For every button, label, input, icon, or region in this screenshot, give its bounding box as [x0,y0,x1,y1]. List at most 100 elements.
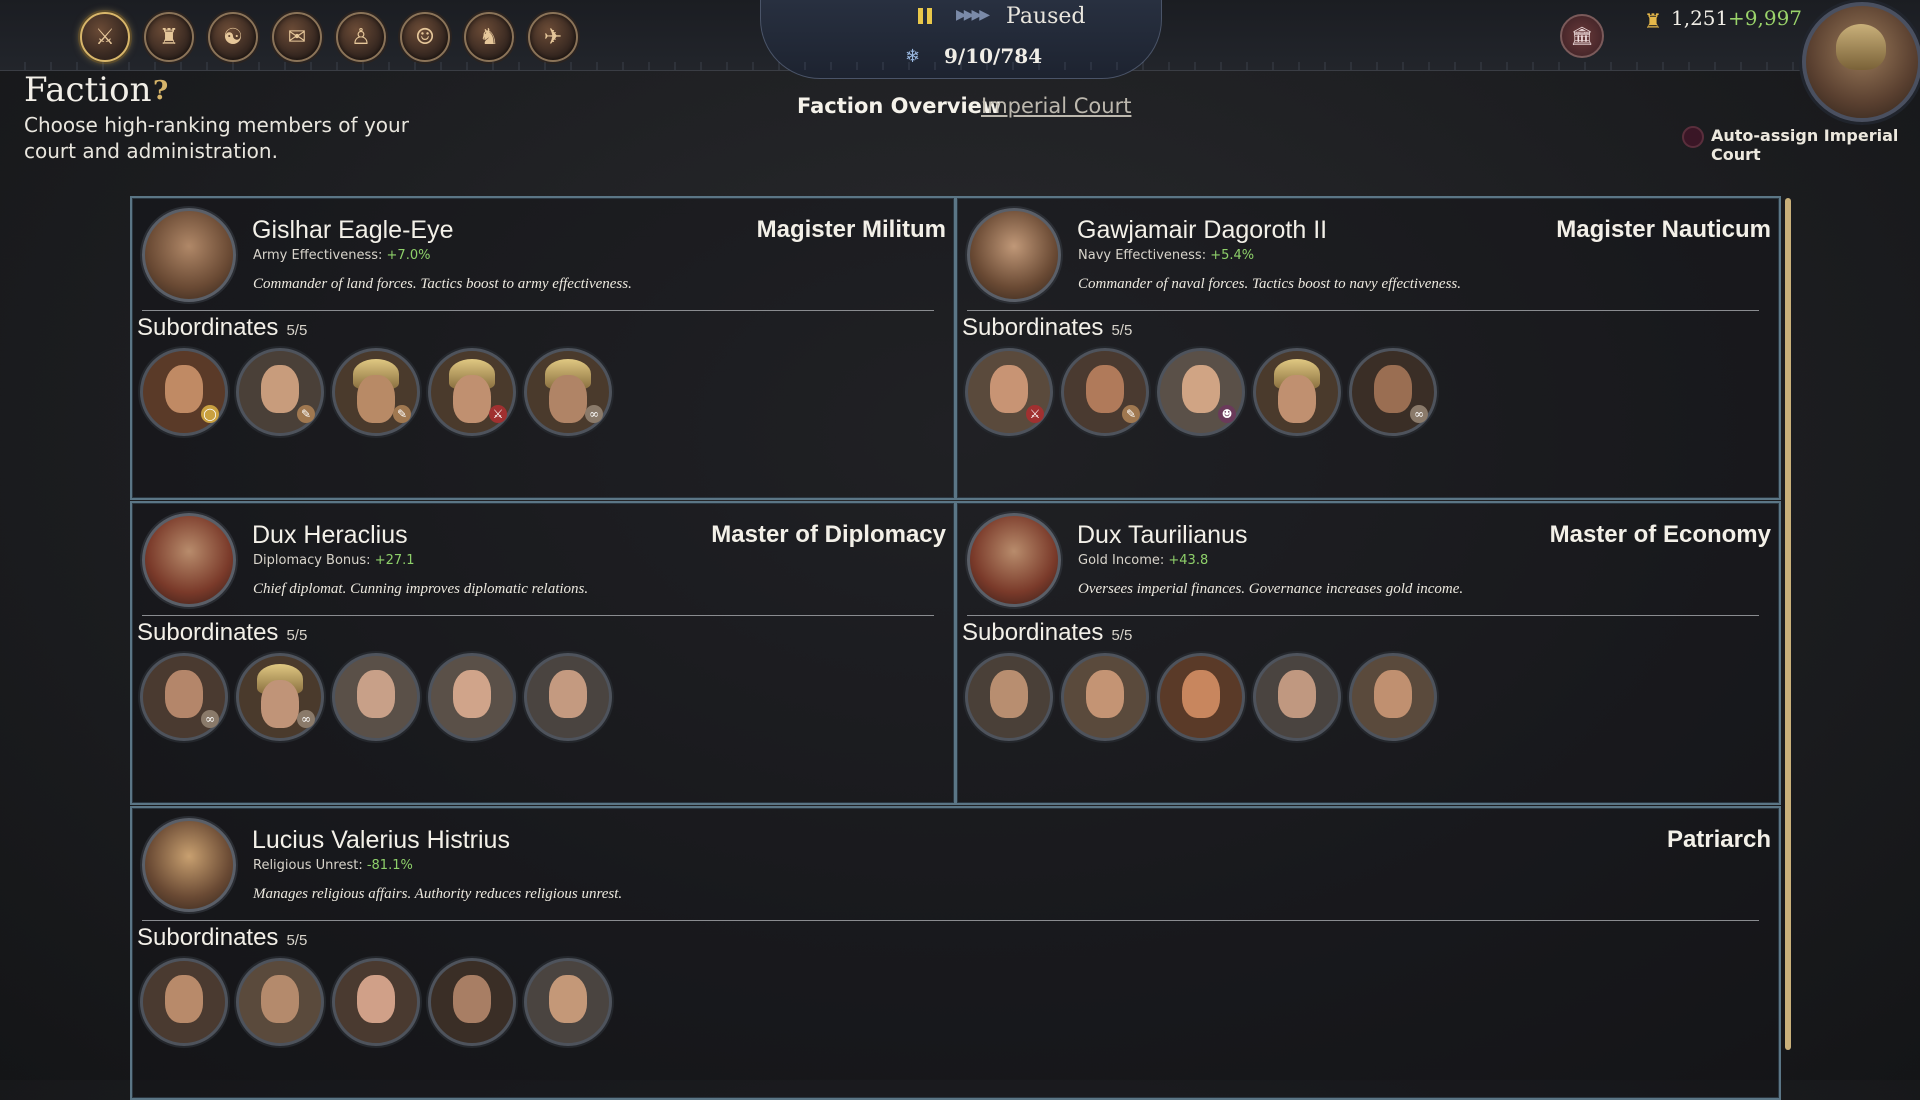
stat-label: Diplomacy Bonus: [253,553,371,568]
stat-label: Navy Effectiveness: [1078,248,1207,263]
stat-label: Army Effectiveness: [253,248,383,263]
subordinate-portrait[interactable] [428,958,516,1046]
leader-portrait[interactable] [142,513,236,607]
subordinate-portrait[interactable]: ☻ [1157,348,1245,436]
winter-icon: ❄ [905,46,921,67]
pause-icon[interactable] [918,8,934,24]
subordinates-count: 5/5 [1111,627,1133,644]
stat-value: +43.8 [1168,553,1209,568]
ring-icon: ◯ [201,405,219,423]
subordinates-list: ∞ ∞ [140,653,612,741]
divider [967,615,1759,616]
position-title: Master of Economy [1549,521,1771,548]
subordinate-portrait[interactable]: ⚔ [965,348,1053,436]
subordinate-portrait[interactable]: ∞ [524,348,612,436]
stat-label: Religious Unrest: [253,858,363,873]
stat-value: +27.1 [374,553,415,568]
scroll-icon[interactable]: ✉ [272,12,322,62]
army-icon[interactable]: ♜ [144,12,194,62]
leader-name: Gislhar Eagle-Eye [252,216,454,244]
subordinate-portrait[interactable]: ◯ [140,348,228,436]
subordinates-count: 5/5 [286,627,308,644]
ruler-portrait[interactable] [1802,2,1920,122]
position-panel-magister-nauticum: Gawjamair Dagoroth II Navy Effectiveness… [955,196,1781,500]
leader-name: Lucius Valerius Histrius [252,826,510,854]
gold-icon: ♜ [1644,9,1662,33]
auto-assign-toggle[interactable] [1682,126,1704,148]
position-panel-magister-militum: Gislhar Eagle-Eye Army Effectiveness: +7… [130,196,956,500]
help-icon[interactable]: ? [153,76,168,106]
leader-portrait[interactable] [142,208,236,302]
subordinate-portrait[interactable] [524,958,612,1046]
leader-name: Dux Heraclius [252,521,408,549]
chain-icon: ∞ [585,405,603,423]
subordinate-portrait[interactable] [428,653,516,741]
divider [142,615,934,616]
position-description: Chief diplomat. Cunning improves diploma… [253,581,589,597]
subordinate-portrait[interactable]: ∞ [1349,348,1437,436]
subordinate-portrait[interactable] [332,958,420,1046]
subordinate-portrait[interactable] [1253,653,1341,741]
soldiers-icon[interactable]: ♞ [464,12,514,62]
scroll-icon: ✎ [393,405,411,423]
chain-icon: ∞ [1410,405,1428,423]
gold-income: +9,997 [1728,6,1803,30]
subordinates-label: Subordinates 5/5 [137,924,308,951]
subordinates-count: 5/5 [286,932,308,949]
leader-stat: Gold Income: +43.8 [1078,553,1208,568]
leader-name: Dux Taurilianus [1077,521,1248,549]
gold-amount: 1,251 [1671,6,1729,30]
bust-icon[interactable]: ♙ [336,12,386,62]
subordinates-count: 5/5 [286,322,308,339]
subordinate-portrait[interactable] [1253,348,1341,436]
page-title: Faction [24,70,152,110]
leader-stat: Religious Unrest: -81.1% [253,858,413,873]
stat-label: Gold Income: [1078,553,1165,568]
tab-imperial-court[interactable]: Imperial Court [981,94,1131,118]
temple-icon[interactable]: 🏛 [1560,14,1604,58]
subordinate-portrait[interactable]: ✎ [1061,348,1149,436]
position-description: Commander of naval forces. Tactics boost… [1078,276,1461,292]
position-title: Master of Diplomacy [711,521,946,548]
top-bar: ⚔ ♜ ☯ ✉ ♙ ☺ ♞ ✈ ▶▶▶▶ Paused ❄ 9/10/784 🏛… [0,0,1920,79]
subordinate-portrait[interactable]: ✎ [332,348,420,436]
subordinates-list: ◯ ✎ ✎ ⚔ ∞ [140,348,612,436]
subordinate-portrait[interactable] [524,653,612,741]
subordinate-portrait[interactable]: ✎ [236,348,324,436]
leader-portrait[interactable] [142,818,236,912]
character-icon[interactable]: ☺ [400,12,450,62]
leader-portrait[interactable] [967,208,1061,302]
subordinate-portrait[interactable] [332,653,420,741]
subordinate-portrait[interactable]: ∞ [140,653,228,741]
game-speed-icon[interactable]: ▶▶▶▶ [956,7,992,25]
subordinate-portrait[interactable] [1349,653,1437,741]
stat-value: +5.4% [1210,248,1255,263]
subordinates-label: Subordinates 5/5 [137,619,308,646]
leader-portrait[interactable] [967,513,1061,607]
subordinate-portrait[interactable]: ⚔ [428,348,516,436]
subordinate-portrait[interactable] [140,958,228,1046]
subordinate-portrait[interactable] [1061,653,1149,741]
page-subtitle: Choose high-ranking members of your cour… [24,113,409,163]
subordinates-label: Subordinates 5/5 [962,619,1133,646]
tab-faction-overview[interactable]: Faction Overview [797,94,1001,118]
subordinate-portrait[interactable] [236,958,324,1046]
leader-name: Gawjamair Dagoroth II [1077,216,1328,244]
subordinates-label: Subordinates 5/5 [137,314,308,341]
subordinates-list [965,653,1437,741]
sword-icon: ⚔ [489,405,507,423]
subordinate-portrait[interactable] [1157,653,1245,741]
scrollbar-thumb[interactable] [1785,198,1791,1050]
game-date: 9/10/784 [944,44,1043,68]
subordinates-list [140,958,612,1046]
diplomacy-icon[interactable]: ☯ [208,12,258,62]
leader-stat: Army Effectiveness: +7.0% [253,248,430,263]
subordinate-portrait[interactable] [965,653,1053,741]
position-description: Manages religious affairs. Authority red… [253,886,623,902]
divider [142,310,934,311]
chain-icon: ∞ [297,710,315,728]
military-icon[interactable]: ⚔ [80,12,130,62]
map-icon[interactable]: ✈ [528,12,578,62]
subordinate-portrait[interactable]: ∞ [236,653,324,741]
position-description: Commander of land forces. Tactics boost … [253,276,632,292]
